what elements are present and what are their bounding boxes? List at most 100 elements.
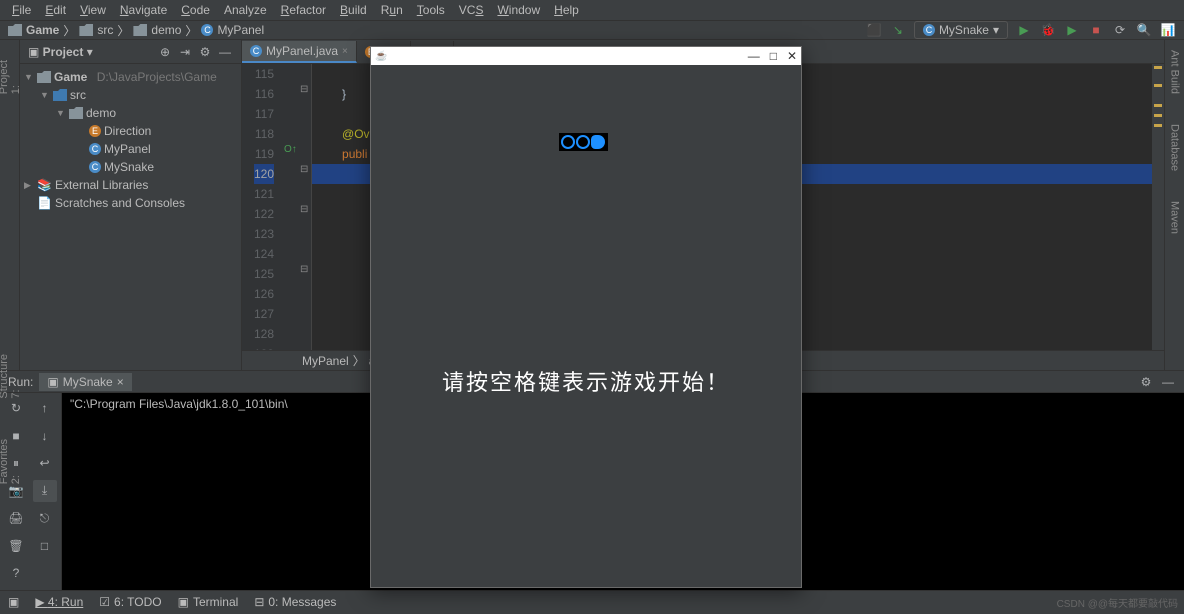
help-icon[interactable]: ? [4,562,28,584]
hide-icon[interactable]: — [217,44,233,60]
error-stripe[interactable] [1152,64,1164,350]
project-tree[interactable]: ▼Game D:\JavaProjects\Game ▼src ▼demo ED… [20,64,241,216]
tool-maven[interactable]: Maven [1169,201,1181,234]
gutter-icons[interactable]: O↑ ⊟ ⊟ ⊟ ⊟ [282,64,312,350]
down-icon[interactable]: ↓ [33,425,57,447]
run-configuration-selector[interactable]: C MySnake ▾ [914,21,1008,39]
scroll-icon[interactable]: ⤓ [33,480,57,502]
left-tool-stripe: 1: Project 7: Structure 2: Favorites [0,40,20,370]
breadcrumb-separator: 〉 [117,22,129,39]
fold-icon[interactable]: ⊟ [300,204,308,215]
fold-icon[interactable]: ⊟ [300,84,308,95]
run-config-name: MySnake [939,23,989,37]
gear-icon[interactable]: ⚙ [1138,374,1154,390]
fold-icon[interactable]: ⊟ [300,164,308,175]
wrap-icon[interactable]: ↩ [33,452,57,474]
tree-node-mysnake[interactable]: CMySnake [20,158,241,176]
tool-structure[interactable]: 7: Structure [0,354,22,399]
menu-analyze[interactable]: Analyze [218,1,273,19]
hammer-icon[interactable]: ↘ [890,22,906,38]
tree-node-scratches[interactable]: 📄Scratches and Consoles [20,194,241,212]
tree-node-game[interactable]: ▼Game D:\JavaProjects\Game [20,68,241,86]
debug-icon[interactable]: 🐞 [1040,22,1056,38]
status-todo[interactable]: ☑ 6: TODO [99,595,161,609]
tool-ant[interactable]: Ant Build [1169,50,1181,94]
tool-favorites[interactable]: 2: Favorites [0,439,22,484]
menu-file[interactable]: FFileile [6,1,37,19]
game-start-message: 请按空格键表示游戏开始！ [371,365,801,397]
rerun-icon[interactable]: ↻ [4,397,28,419]
fold-icon[interactable]: ⊟ [300,264,308,275]
status-terminal[interactable]: ▣ Terminal [178,595,239,609]
run-icon[interactable]: ▶ [1016,22,1032,38]
project-view-selector[interactable]: ▣ Project ▾ [28,45,93,59]
search-icon[interactable]: 🔍 [1136,22,1152,38]
breadcrumb-class[interactable]: MyPanel [217,23,264,37]
coverage-icon[interactable]: ▶ [1064,22,1080,38]
trash-icon[interactable]: 🗑 [4,535,28,557]
tree-node-external-libraries[interactable]: ▶📚External Libraries [20,176,241,194]
snake-segment [561,135,575,149]
restore-icon[interactable]: □ [33,535,57,557]
project-tool-window: ▣ Project ▾ ⊕ ⇥ ⚙ — ▼Game D:\JavaProject… [20,40,242,370]
tool-window-button-icon[interactable]: ▣ [8,595,19,609]
tree-node-direction[interactable]: EDirection [20,122,241,140]
tree-node-src[interactable]: ▼src [20,86,241,104]
menu-tools[interactable]: Tools [411,1,451,19]
menu-run[interactable]: Run [375,1,409,19]
line-number-gutter[interactable]: 1151161171181191201211221231241251261271… [242,64,282,350]
status-bar: ▣ ▶ 4: Run ☑ 6: TODO ▣ Terminal ⊟ 0: Mes… [0,590,1184,612]
breadcrumb-root[interactable]: Game [26,23,59,37]
maximize-icon[interactable]: □ [770,49,777,63]
minimize-icon[interactable]: — [748,49,760,63]
game-app-window[interactable]: ☕ — □ ✕ 请按空格键表示游戏开始！ [370,46,802,588]
close-icon[interactable]: × [342,46,348,57]
scratches-icon: 📄 [37,196,52,210]
settings-icon[interactable]: 📊 [1160,22,1176,38]
breadcrumb-demo[interactable]: demo [151,23,181,37]
menu-navigate[interactable]: Navigate [114,1,173,19]
game-canvas[interactable]: 请按空格键表示游戏开始！ [371,65,801,587]
class-icon: C [201,24,213,36]
scroll-from-source-icon[interactable]: ⊕ [157,44,173,60]
menu-view[interactable]: View [74,1,112,19]
override-icon[interactable]: O↑ [284,144,297,155]
menu-build[interactable]: Build [334,1,373,19]
status-messages[interactable]: ⊟ 0: Messages [254,595,336,609]
print-icon[interactable]: 🖨 [4,507,28,529]
chevron-down-icon: ▾ [993,23,999,37]
tree-node-demo[interactable]: ▼demo [20,104,241,122]
hide-icon[interactable]: — [1160,374,1176,390]
run-tab-mysnake[interactable]: ▣MySnake× [39,373,131,391]
close-icon[interactable]: ✕ [787,49,797,63]
folder-icon [133,24,147,36]
tree-node-mypanel[interactable]: CMyPanel [20,140,241,158]
exit-icon[interactable]: ⎋ [33,507,57,529]
breadcrumb-src[interactable]: src [97,23,113,37]
update-icon[interactable]: ⟳ [1112,22,1128,38]
folder-icon [79,24,93,36]
java-icon: ☕ [375,51,387,62]
gear-icon[interactable]: ⚙ [197,44,213,60]
menu-code[interactable]: Code [175,1,216,19]
close-icon[interactable]: × [117,375,124,389]
window-titlebar[interactable]: ☕ — □ ✕ [371,47,801,65]
build-icon[interactable]: ⬛ [866,22,882,38]
tab-mypanel[interactable]: CMyPanel.java× [242,41,357,63]
menu-edit[interactable]: Edit [39,1,72,19]
folder-icon [8,24,22,36]
status-run[interactable]: ▶ 4: Run [35,595,83,609]
menu-window[interactable]: Window [491,1,546,19]
collapse-all-icon[interactable]: ⇥ [177,44,193,60]
breadcrumb-separator: 〉 [185,22,197,39]
up-icon[interactable]: ↑ [33,397,57,419]
library-icon: 📚 [37,178,52,192]
menu-help[interactable]: Help [548,1,585,19]
tool-project[interactable]: 1: Project [0,60,22,94]
stop-icon[interactable]: ■ [1088,22,1104,38]
menu-vcs[interactable]: VCS [453,1,490,19]
tool-database[interactable]: Database [1169,124,1181,171]
snake-segment [576,135,590,149]
class-icon: C [250,45,262,57]
menu-refactor[interactable]: Refactor [275,1,332,19]
